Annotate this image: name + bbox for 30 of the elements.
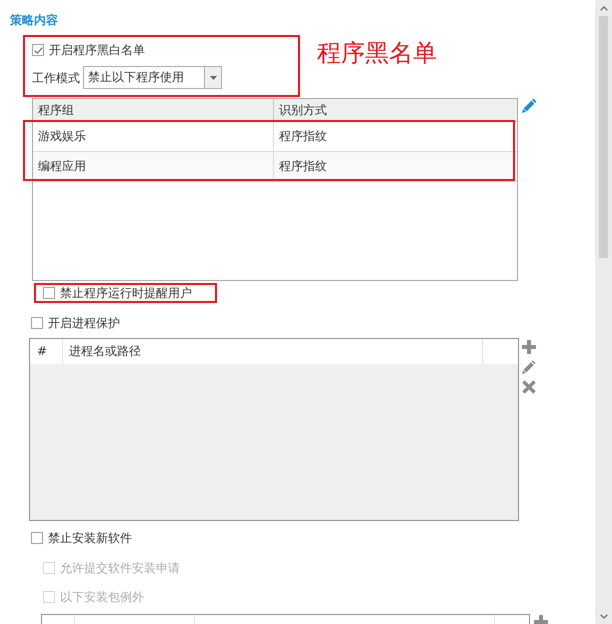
delete-icon[interactable] bbox=[522, 380, 536, 394]
checkbox[interactable] bbox=[31, 317, 43, 329]
checkbox-label[interactable]: 禁止程序运行时提醒用户 bbox=[60, 285, 192, 301]
column-header[interactable]: 进程名或路径 bbox=[63, 339, 483, 364]
checkbox-label[interactable]: 禁止安装新软件 bbox=[48, 530, 132, 546]
mode-label: 工作模式 bbox=[32, 70, 80, 86]
column-header[interactable]: 识别方式 bbox=[274, 99, 517, 122]
scrollbar-thumb[interactable] bbox=[599, 16, 608, 258]
checkbox-label[interactable]: 开启程序黑白名单 bbox=[49, 42, 145, 58]
plus-icon[interactable] bbox=[522, 340, 536, 354]
checkbox-label[interactable]: 开启进程保护 bbox=[48, 315, 120, 331]
scrollbar[interactable] bbox=[595, 0, 612, 624]
column-header[interactable]: 程序组 bbox=[33, 99, 274, 122]
checkbox[interactable] bbox=[43, 287, 55, 299]
checkmark-icon bbox=[34, 46, 42, 54]
table-cell: 游戏娱乐 bbox=[33, 122, 274, 152]
pencil-icon[interactable] bbox=[522, 360, 536, 374]
chevron-down-icon[interactable] bbox=[600, 614, 608, 618]
table-cell: 编程应用 bbox=[33, 152, 274, 182]
table-cell: 程序指纹 bbox=[274, 152, 517, 182]
mode-dropdown[interactable]: 禁止以下程序使用 bbox=[83, 66, 222, 89]
caret-icon bbox=[210, 76, 216, 80]
checkbox[interactable] bbox=[31, 532, 43, 544]
column-header[interactable]: # bbox=[30, 339, 63, 364]
checkbox[interactable] bbox=[32, 44, 44, 56]
pencil-icon[interactable] bbox=[522, 98, 537, 113]
section-title: 策略内容 bbox=[10, 12, 58, 28]
dropdown-button[interactable] bbox=[204, 67, 221, 88]
chevron-up-icon[interactable] bbox=[600, 6, 608, 10]
annotation-label: 程序黑名单 bbox=[317, 38, 437, 68]
